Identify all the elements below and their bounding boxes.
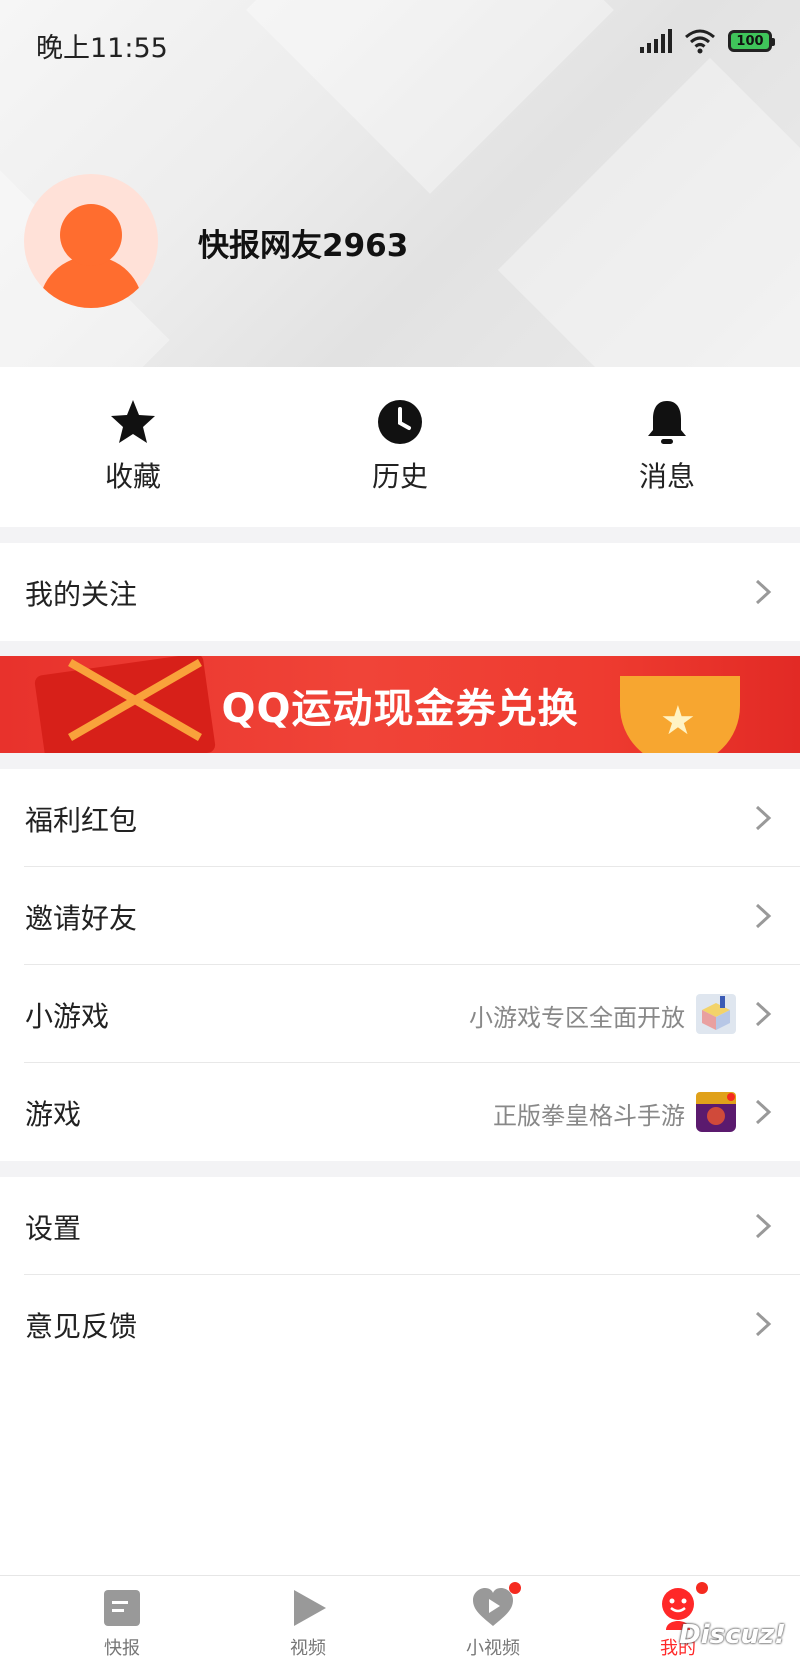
game-thumbnail-icon [696, 1092, 736, 1132]
invite-label: 邀请好友 [25, 902, 138, 935]
notification-dot [696, 1582, 708, 1594]
notification-dot [509, 1582, 521, 1594]
tab-video[interactable]: 视频 [248, 1586, 368, 1660]
chevron-right-icon [755, 805, 772, 831]
games-label: 游戏 [25, 1098, 82, 1131]
chevron-right-icon [755, 1099, 772, 1125]
status-bar: 晚上11:55 100 [0, 0, 800, 88]
status-icons: 100 [640, 28, 775, 54]
follow-label: 我的关注 [25, 578, 138, 611]
chevron-right-icon [755, 1001, 772, 1027]
chevron-right-icon [755, 903, 772, 929]
mini-games-label: 小游戏 [25, 1000, 110, 1033]
menu-item-follow[interactable]: 我的关注 [0, 543, 800, 641]
chevron-right-icon [755, 1213, 772, 1239]
promo-banner[interactable]: ★ QQ运动现金券兑换 [0, 656, 800, 753]
tab-news-label: 快报 [104, 1638, 140, 1659]
chevron-right-icon [755, 1311, 772, 1337]
clock-icon [378, 400, 422, 444]
chevron-right-icon [755, 579, 772, 605]
wifi-icon [685, 29, 715, 54]
username[interactable]: 快报网友2963 [198, 220, 408, 265]
profile-header: 晚上11:55 100 快报网友2963 [0, 0, 800, 367]
feedback-label: 意见反馈 [25, 1310, 138, 1343]
battery-level: 100 [736, 33, 764, 49]
play-icon [294, 1590, 326, 1626]
history-button[interactable]: 历史 [330, 397, 470, 495]
settings-label: 设置 [25, 1212, 82, 1245]
section-divider [0, 753, 800, 769]
avatar[interactable] [24, 174, 158, 308]
tab-news[interactable]: 快报 [62, 1586, 182, 1660]
messages-label: 消息 [638, 460, 695, 493]
tab-short-video-label: 小视频 [466, 1638, 520, 1659]
section-divider [0, 527, 800, 543]
menu-item-invite[interactable]: 邀请好友 [0, 867, 800, 965]
favorites-label: 收藏 [104, 460, 161, 493]
news-icon [104, 1590, 140, 1626]
tab-video-label: 视频 [290, 1638, 326, 1659]
menu-item-feedback[interactable]: 意见反馈 [0, 1275, 800, 1373]
menu-item-red-packet[interactable]: 福利红包 [0, 769, 800, 867]
red-packet-label: 福利红包 [25, 804, 138, 837]
heart-play-icon [473, 1588, 513, 1626]
tab-short-video[interactable]: 小视频 [433, 1582, 553, 1660]
banner-text: QQ运动现金券兑换 [221, 686, 579, 732]
games-hint: 正版拳皇格斗手游 [493, 1102, 685, 1130]
history-label: 历史 [371, 460, 428, 493]
section-divider [0, 641, 800, 656]
menu-item-games[interactable]: 游戏 正版拳皇格斗手游 [0, 1063, 800, 1161]
watermark: Discuz! [679, 1620, 786, 1650]
battery-icon: 100 [728, 30, 775, 52]
quick-actions: 收藏 历史 消息 [0, 367, 800, 527]
status-time: 晚上11:55 [36, 33, 168, 64]
signal-icon [640, 29, 672, 53]
avatar-head [60, 204, 122, 266]
header-decoration [497, 57, 800, 367]
favorites-button[interactable]: 收藏 [63, 397, 203, 495]
mini-game-cube-icon [696, 994, 736, 1034]
menu-item-settings[interactable]: 设置 [0, 1177, 800, 1275]
section-divider [0, 1161, 800, 1177]
menu-item-mini-games[interactable]: 小游戏 小游戏专区全面开放 [0, 965, 800, 1063]
mini-games-hint: 小游戏专区全面开放 [469, 1004, 685, 1032]
messages-button[interactable]: 消息 [597, 397, 737, 495]
bell-icon [648, 401, 686, 444]
star-icon [111, 400, 155, 443]
